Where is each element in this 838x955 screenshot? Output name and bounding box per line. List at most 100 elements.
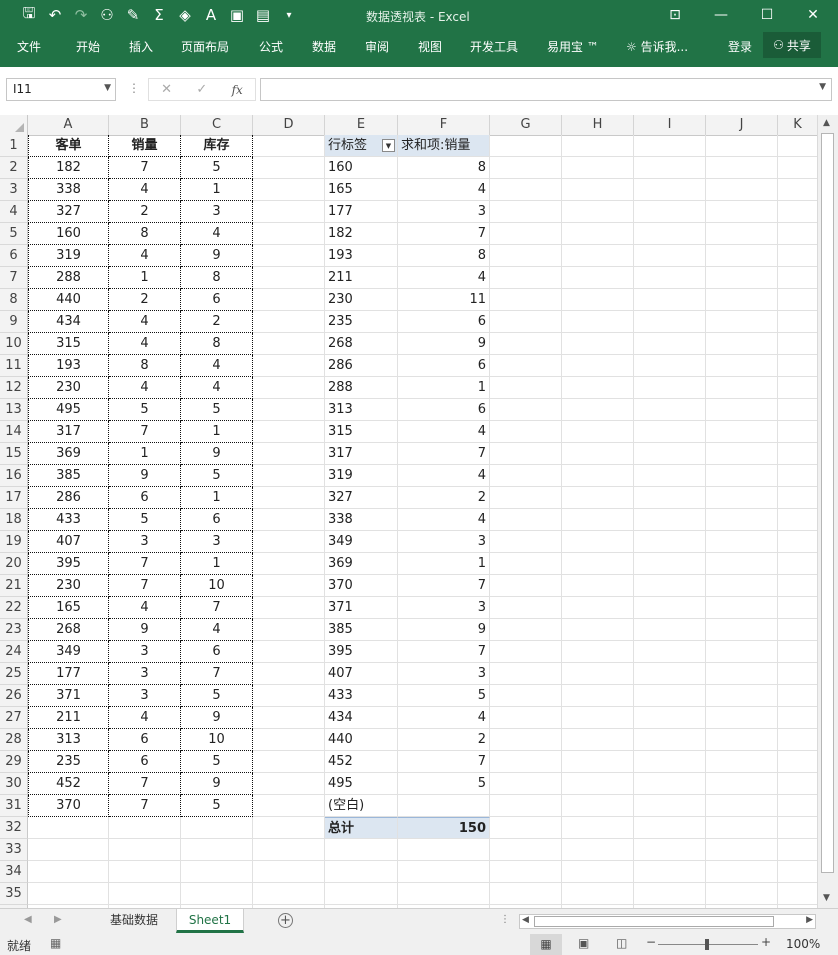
table-cell[interactable]: 5 (109, 509, 181, 531)
cell[interactable] (778, 729, 817, 751)
pivot-row-label[interactable]: 495 (325, 773, 398, 795)
cell[interactable] (562, 729, 634, 751)
cell[interactable] (778, 861, 817, 883)
table-cell[interactable]: 1 (109, 443, 181, 465)
page-layout-view-icon[interactable]: ▣ (578, 936, 589, 950)
cell[interactable] (706, 157, 778, 179)
picture-icon[interactable]: ▣ (224, 4, 250, 26)
cell[interactable] (562, 289, 634, 311)
cell[interactable] (562, 487, 634, 509)
row-header[interactable]: 12 (0, 377, 28, 399)
table-cell[interactable]: 1 (181, 487, 253, 509)
row-header[interactable]: 21 (0, 575, 28, 597)
cell[interactable] (706, 619, 778, 641)
cell[interactable] (778, 531, 817, 553)
cell[interactable] (490, 487, 562, 509)
cell[interactable] (490, 223, 562, 245)
cell[interactable] (778, 685, 817, 707)
cell[interactable] (778, 377, 817, 399)
cell[interactable] (562, 619, 634, 641)
zoom-slider-thumb[interactable] (705, 939, 709, 950)
sum-icon[interactable]: Σ (146, 4, 172, 26)
table-cell[interactable]: 5 (109, 399, 181, 421)
pivot-row-value[interactable]: 9 (398, 619, 490, 641)
cell[interactable] (28, 817, 109, 839)
pivot-row-value[interactable]: 4 (398, 421, 490, 443)
cell[interactable] (562, 179, 634, 201)
close-icon[interactable]: ✕ (796, 4, 830, 26)
cell[interactable] (778, 509, 817, 531)
cell[interactable] (706, 861, 778, 883)
cell[interactable] (706, 465, 778, 487)
cell[interactable] (634, 179, 706, 201)
zoom-in-icon[interactable]: + (761, 935, 771, 949)
table-cell[interactable]: 1 (109, 267, 181, 289)
table-cell[interactable]: 6 (181, 509, 253, 531)
table-cell[interactable]: 165 (28, 597, 109, 619)
cell[interactable] (706, 663, 778, 685)
pivot-row-label[interactable]: 369 (325, 553, 398, 575)
cell[interactable] (634, 267, 706, 289)
cell[interactable] (634, 861, 706, 883)
cell[interactable] (634, 509, 706, 531)
cell[interactable] (562, 575, 634, 597)
pivot-row-label[interactable]: 452 (325, 751, 398, 773)
sheet-tab-sheet1[interactable]: Sheet1 (176, 909, 244, 933)
cell[interactable] (253, 751, 325, 773)
table-cell[interactable]: 317 (28, 421, 109, 443)
table-cell[interactable]: 2 (181, 311, 253, 333)
macro-record-icon[interactable]: ▦ (50, 936, 61, 950)
table-cell[interactable]: 1 (181, 179, 253, 201)
cell[interactable] (634, 817, 706, 839)
pivot-row-label[interactable]: 286 (325, 355, 398, 377)
cell[interactable] (778, 421, 817, 443)
tab-split-icon[interactable]: ⋮ (500, 914, 510, 925)
cell[interactable] (490, 465, 562, 487)
pivot-row-value[interactable]: 4 (398, 707, 490, 729)
table-cell[interactable]: 1 (181, 421, 253, 443)
pivot-row-value[interactable] (398, 795, 490, 817)
cell[interactable] (28, 839, 109, 861)
table-cell[interactable]: 395 (28, 553, 109, 575)
cell[interactable] (634, 201, 706, 223)
add-sheet-icon[interactable]: + (278, 913, 293, 928)
cell[interactable] (490, 531, 562, 553)
pivot-row-label[interactable]: 371 (325, 597, 398, 619)
row-header[interactable]: 35 (0, 883, 28, 905)
cell[interactable] (706, 641, 778, 663)
sheet-tab-base-data[interactable]: 基础数据 (100, 909, 168, 933)
table-cell[interactable]: 3 (109, 531, 181, 553)
cell[interactable] (778, 289, 817, 311)
table-cell[interactable]: 434 (28, 311, 109, 333)
cell[interactable] (634, 487, 706, 509)
cell[interactable] (253, 839, 325, 861)
cell[interactable] (490, 773, 562, 795)
tab-review[interactable]: 审阅 (365, 38, 389, 55)
maximize-icon[interactable]: ☐ (750, 4, 784, 26)
tab-formulas[interactable]: 公式 (259, 38, 283, 55)
filter-dropdown-icon[interactable]: ▼ (382, 139, 395, 152)
row-header[interactable]: 23 (0, 619, 28, 641)
row-header[interactable]: 8 (0, 289, 28, 311)
cell[interactable] (778, 795, 817, 817)
cell[interactable] (490, 201, 562, 223)
pivot-row-label[interactable]: 433 (325, 685, 398, 707)
cell[interactable] (706, 575, 778, 597)
column-header-g[interactable]: G (490, 115, 562, 135)
cell[interactable] (706, 685, 778, 707)
cell[interactable] (562, 883, 634, 905)
row-header[interactable]: 11 (0, 355, 28, 377)
cell[interactable] (634, 289, 706, 311)
row-header[interactable]: 5 (0, 223, 28, 245)
column-header-k[interactable]: K (778, 115, 817, 135)
cell[interactable] (778, 465, 817, 487)
cell[interactable] (778, 443, 817, 465)
table-cell[interactable]: 230 (28, 377, 109, 399)
cell[interactable] (490, 619, 562, 641)
cell[interactable] (28, 861, 109, 883)
cell[interactable] (490, 597, 562, 619)
table-cell[interactable]: 338 (28, 179, 109, 201)
font-color-icon[interactable]: A (198, 4, 224, 26)
cell[interactable] (181, 817, 253, 839)
cell[interactable] (490, 289, 562, 311)
